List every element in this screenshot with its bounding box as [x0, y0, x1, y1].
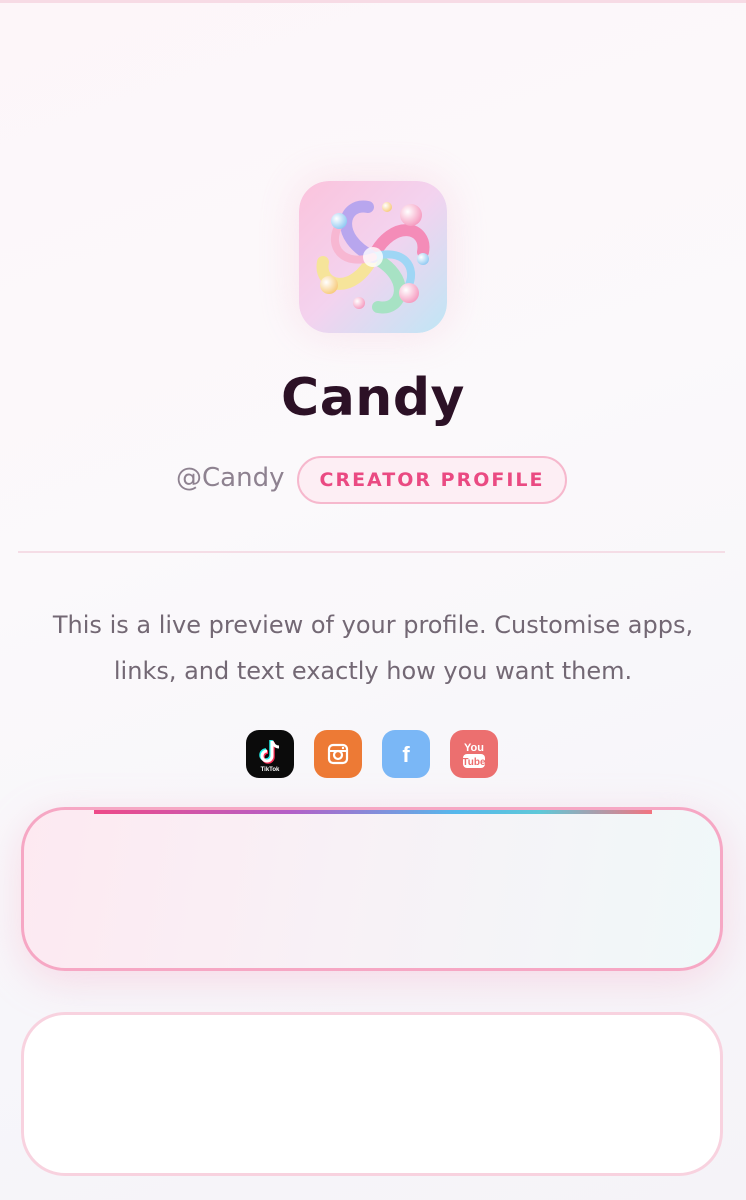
tiktok-link[interactable]: TikTok [246, 730, 294, 778]
social-links: TikTok f You Tube [246, 730, 501, 778]
instagram-link[interactable] [314, 730, 362, 778]
bio-line-2: links, and text exactly how you want the… [113, 657, 633, 685]
top-border [0, 0, 746, 3]
avatar[interactable] [299, 181, 447, 333]
featured-card-gradient-bar [94, 810, 652, 814]
facebook-link[interactable]: f [382, 730, 430, 778]
bio-line-1: This is a live preview of your profile. … [52, 611, 694, 639]
youtube-label-bottom: Tube [462, 757, 486, 768]
creator-profile-badge: CREATOR PROFILE [297, 456, 567, 504]
youtube-icon: You Tube [462, 742, 486, 768]
candy-swirl-image [299, 181, 447, 333]
profile-name: Candy [281, 368, 465, 428]
profile-bio: This is a live preview of your profile. … [40, 602, 706, 694]
youtube-label-top: You [464, 742, 484, 754]
profile-handle: @Candy [176, 463, 285, 493]
featured-link-card[interactable] [21, 807, 723, 971]
tiktok-label: TikTok [261, 767, 280, 773]
facebook-icon: f [402, 742, 410, 766]
instagram-icon [327, 743, 349, 765]
youtube-link[interactable]: You Tube [450, 730, 498, 778]
divider [18, 551, 725, 553]
facebook-letter: f [402, 742, 410, 766]
link-card[interactable] [21, 1012, 723, 1176]
tiktok-icon: TikTok [259, 740, 280, 773]
